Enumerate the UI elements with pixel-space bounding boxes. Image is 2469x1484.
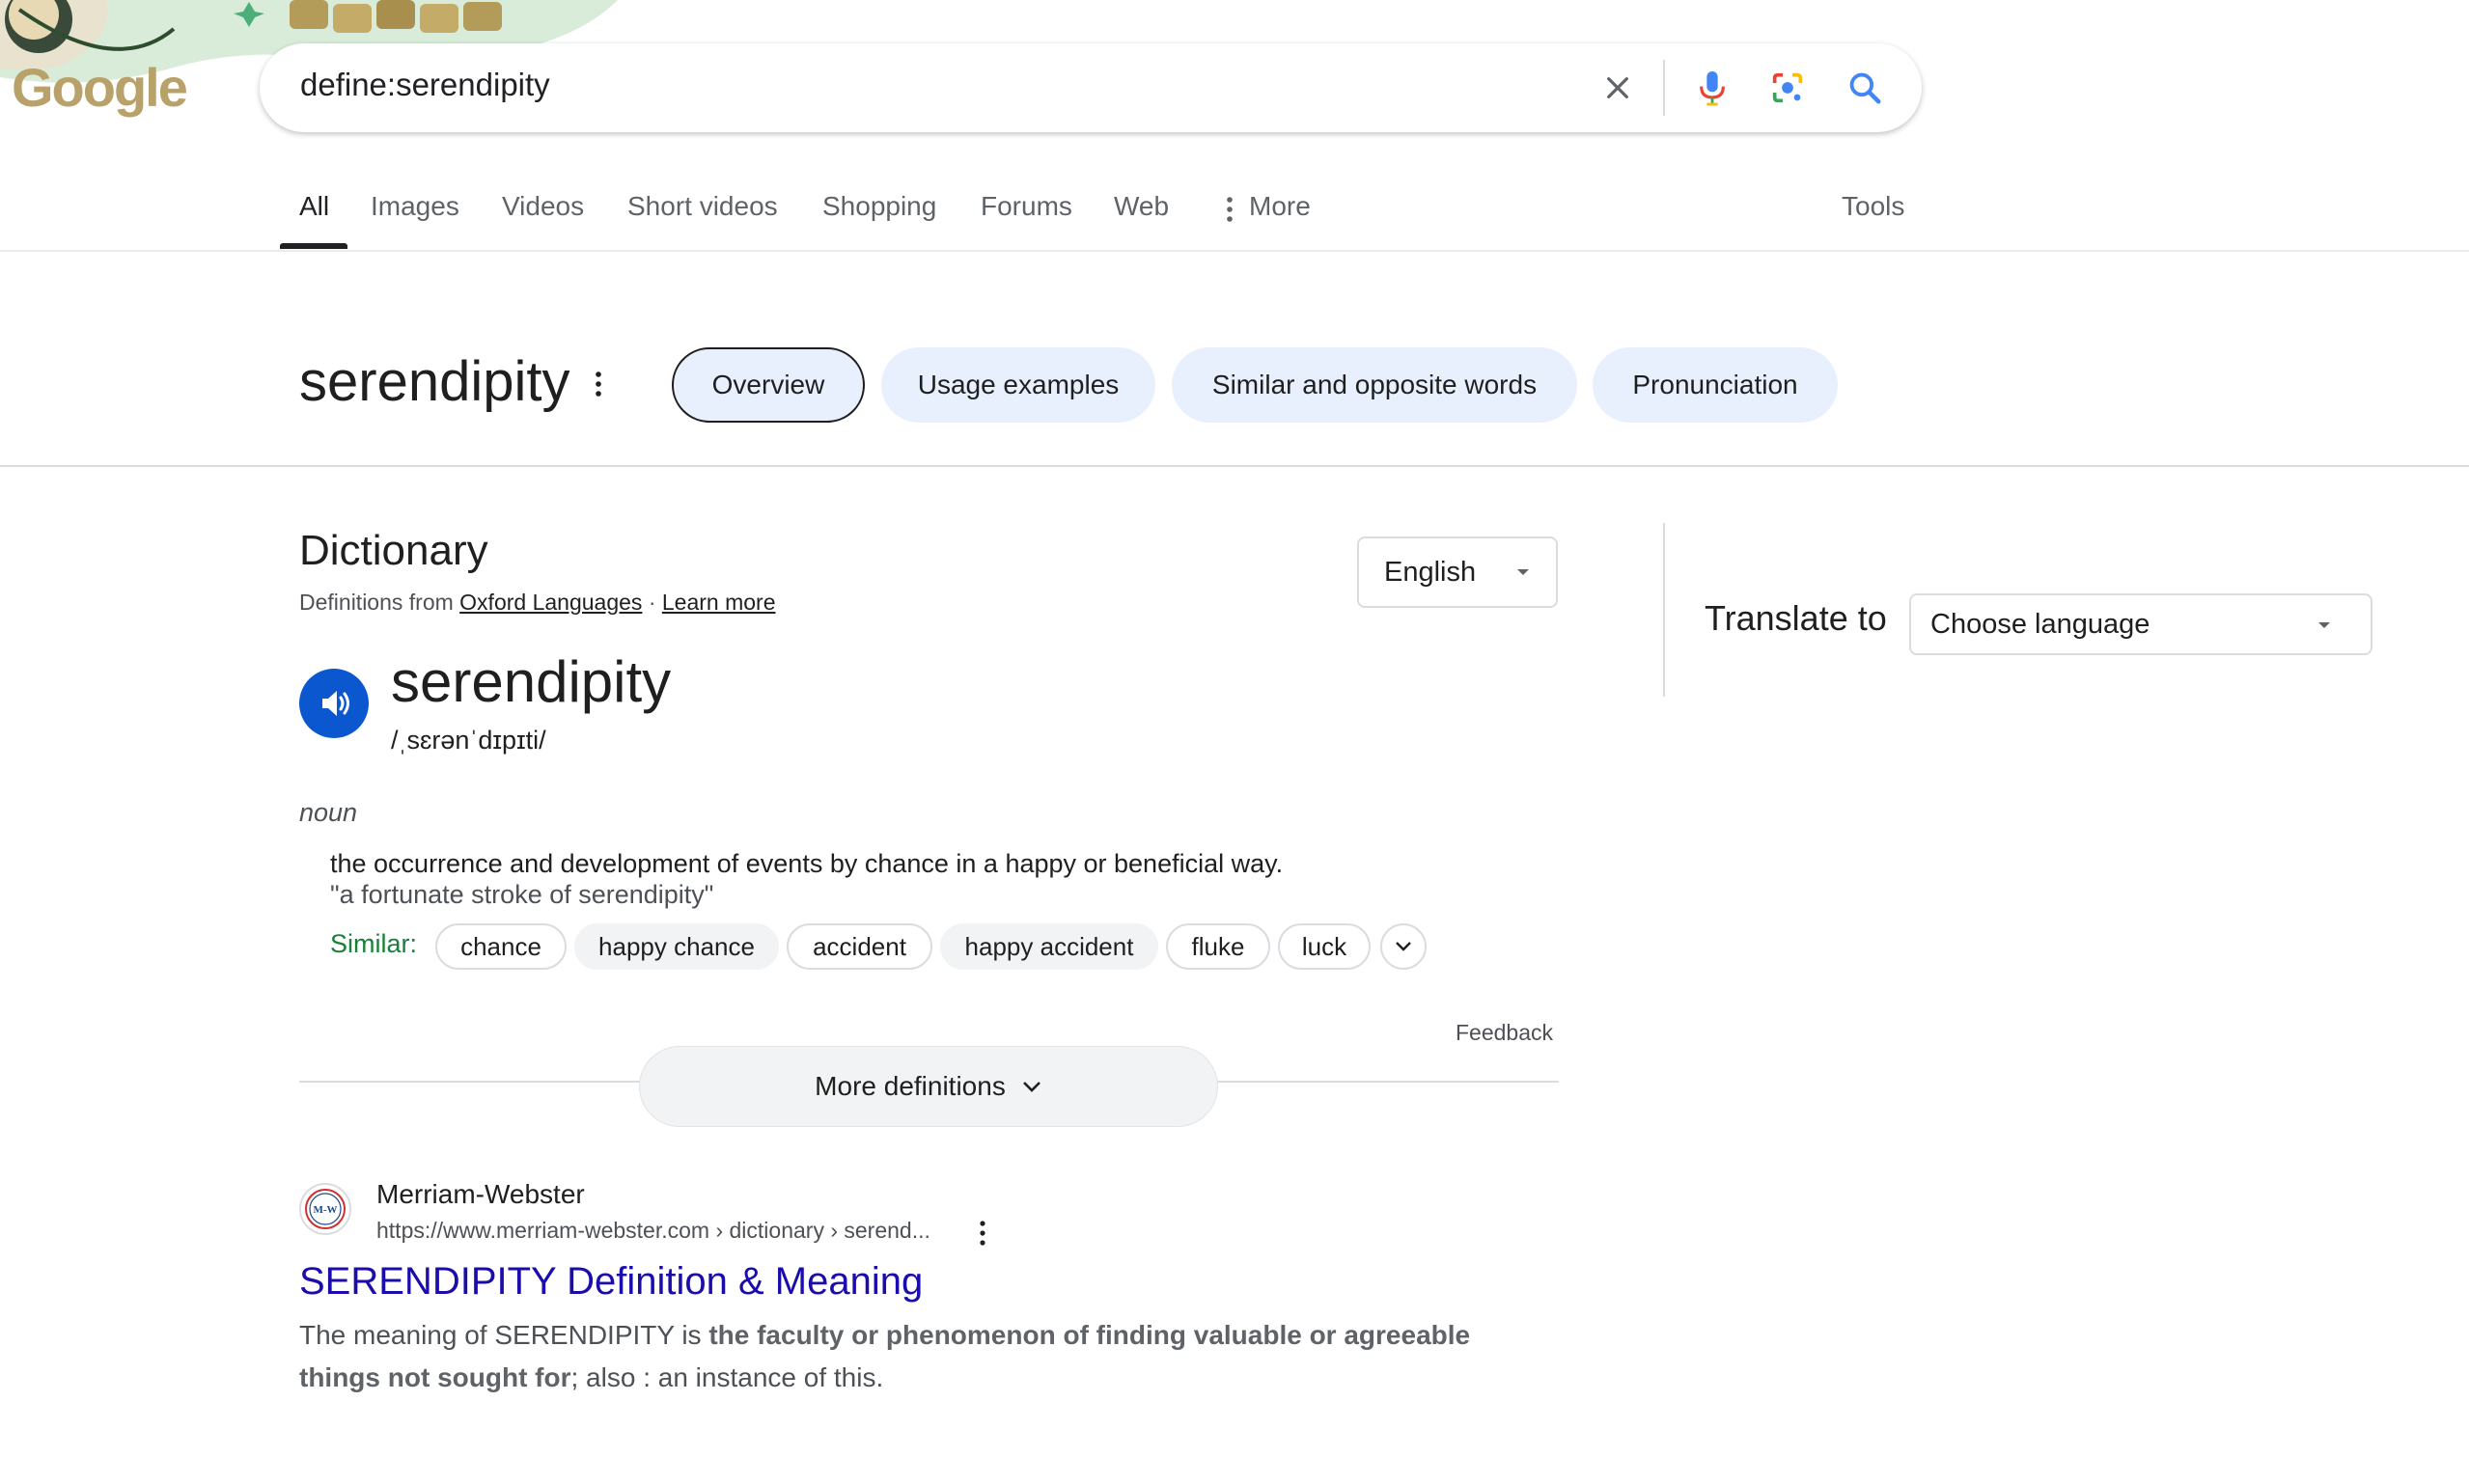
feedback-link[interactable]: Feedback [1456, 1020, 1553, 1046]
tabs-divider [0, 250, 2469, 252]
similar-label: Similar: [330, 929, 418, 958]
source-prefix: Definitions from [299, 590, 454, 615]
result-site-name[interactable]: Merriam-Webster [376, 1179, 585, 1210]
learn-more-link[interactable]: Learn more [662, 590, 776, 615]
chip-pronunciation[interactable]: Pronunciation [1593, 347, 1838, 423]
headword: serendipity [391, 649, 672, 714]
usage-example: "a fortunate stroke of serendipity" [330, 880, 714, 909]
tab-images[interactable]: Images [371, 191, 459, 222]
definition: the occurrence and development of events… [330, 849, 1284, 878]
tab-shopping[interactable]: Shopping [822, 191, 936, 222]
result-options-icon[interactable] [977, 1220, 988, 1251]
chip-overview[interactable]: Overview [672, 347, 865, 423]
tab-web[interactable]: Web [1114, 191, 1169, 222]
search-divider [1663, 60, 1665, 116]
more-definitions-label: More definitions [815, 1071, 1006, 1101]
dictionary-source: Definitions from Oxford Languages · Lear… [299, 590, 776, 616]
synonym-chip[interactable]: fluke [1166, 923, 1270, 970]
synonym-chip[interactable]: luck [1278, 923, 1371, 970]
google-logo[interactable]: Google [12, 56, 188, 119]
synonym-chip[interactable]: happy chance [574, 923, 779, 970]
tools-button[interactable]: Tools [1842, 191, 1904, 222]
panel-divider [1663, 523, 1665, 697]
tab-videos[interactable]: Videos [502, 191, 584, 222]
source-separator: · [648, 590, 656, 615]
more-definitions-button[interactable]: More definitions [639, 1046, 1218, 1127]
translate-language-select[interactable]: Choose language [1909, 593, 2372, 655]
word-options-icon[interactable] [593, 371, 604, 402]
part-of-speech: noun [299, 798, 358, 827]
merriam-webster-favicon[interactable]: M-W [299, 1183, 351, 1235]
chip-usage-examples[interactable]: Usage examples [881, 347, 1155, 423]
svg-text:M-W: M-W [313, 1204, 337, 1216]
more-vert-icon[interactable] [1224, 196, 1235, 228]
header-divider [0, 465, 2469, 467]
tab-all[interactable]: All [299, 191, 329, 222]
search-input[interactable]: define:serendipity [300, 67, 550, 103]
word-title: serendipity [299, 350, 570, 413]
translate-label: Translate to [1705, 598, 1887, 638]
oxford-link[interactable]: Oxford Languages [459, 590, 642, 615]
snippet-text-end: ; also : an instance of this. [570, 1362, 884, 1392]
tab-more[interactable]: More [1249, 191, 1311, 222]
synonym-chip[interactable]: chance [435, 923, 567, 970]
tab-short-videos[interactable]: Short videos [627, 191, 778, 222]
chevron-down-icon [1022, 1082, 1040, 1092]
synonym-chip[interactable]: accident [787, 923, 932, 970]
search-icon[interactable] [1840, 63, 1890, 113]
language-select[interactable]: English [1357, 536, 1558, 608]
speaker-icon[interactable] [299, 669, 369, 738]
snippet-text: The meaning of SERENDIPITY is [299, 1320, 709, 1350]
tab-forums[interactable]: Forums [981, 191, 1072, 222]
result-title-link[interactable]: SERENDIPITY Definition & Meaning [299, 1260, 923, 1304]
phonetic: /ˌsɛrənˈdɪpɪti/ [391, 726, 546, 755]
result-snippet: The meaning of SERENDIPITY is the facult… [299, 1314, 1554, 1399]
result-url[interactable]: https://www.merriam-webster.com › dictio… [376, 1218, 930, 1244]
lens-icon[interactable] [1762, 63, 1813, 113]
expand-similar-icon[interactable] [1380, 923, 1427, 970]
translate-placeholder: Choose language [1930, 608, 2150, 640]
clear-icon[interactable] [1593, 63, 1643, 113]
language-value: English [1384, 556, 1477, 588]
active-tab-indicator [280, 243, 347, 249]
dropdown-arrow-icon [2318, 622, 2330, 628]
microphone-icon[interactable] [1687, 63, 1737, 113]
chip-similar-opposite[interactable]: Similar and opposite words [1172, 347, 1577, 423]
synonym-chip[interactable]: happy accident [940, 923, 1158, 970]
dictionary-title: Dictionary [299, 527, 488, 574]
dropdown-arrow-icon [1517, 569, 1529, 575]
